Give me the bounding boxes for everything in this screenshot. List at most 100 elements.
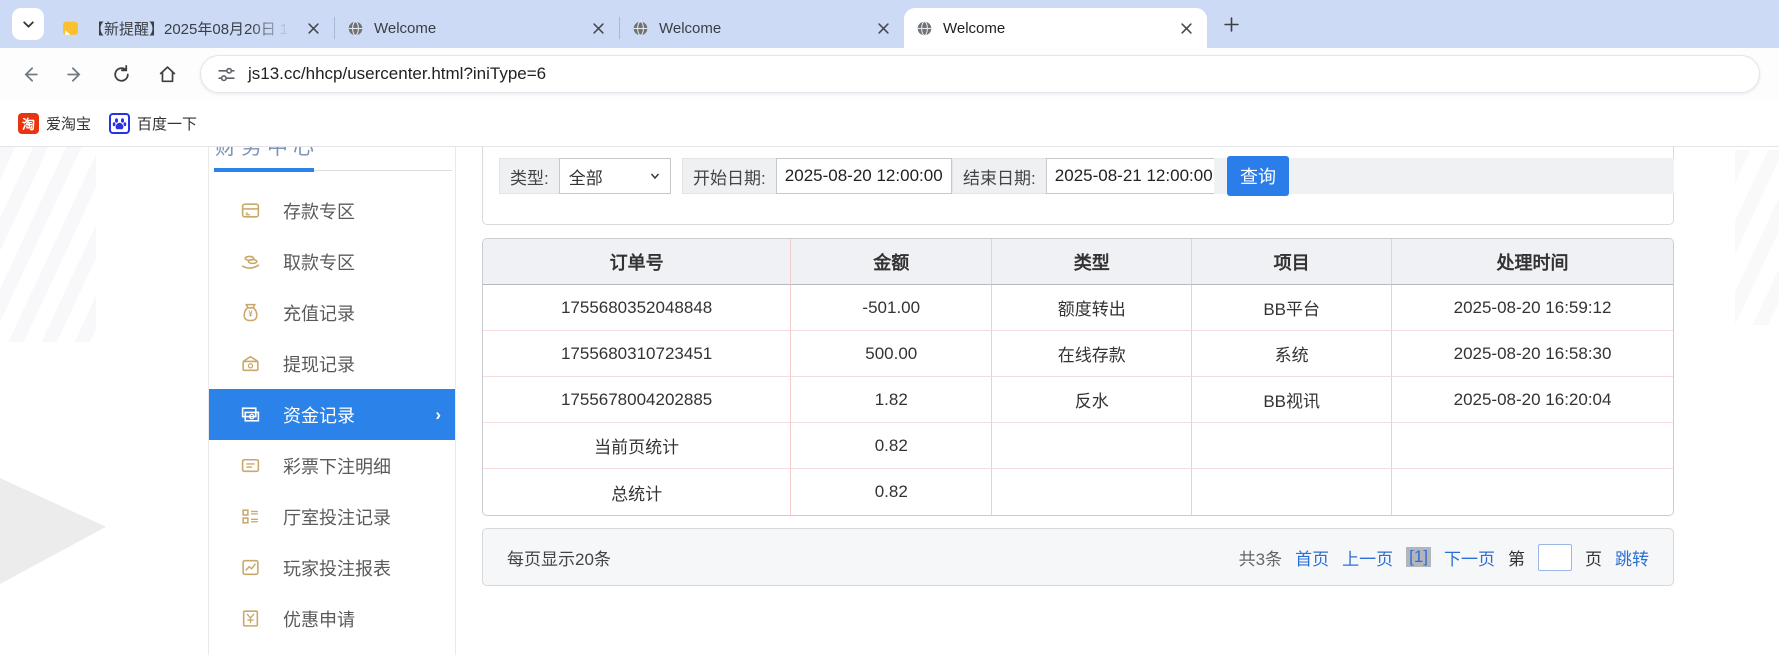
filter-panel: 类型: 全部 开始日期: 结束日期: 查询 — [482, 147, 1674, 225]
next-page-link[interactable]: 下一页 — [1444, 545, 1495, 570]
hand-coins-icon — [240, 251, 261, 272]
wallet-icon — [240, 200, 261, 221]
address-bar[interactable]: js13.cc/hhcp/usercenter.html?iniType=6 — [200, 55, 1760, 93]
cell-page-total-label: 当前页统计 — [483, 423, 791, 469]
tab-new-reminder[interactable]: 【新提醒】2025年08月20日 18 — [50, 8, 334, 48]
sidebar-item-recharge-records[interactable]: ¥ 充值记录 — [209, 287, 455, 338]
browser-toolbar: js13.cc/hhcp/usercenter.html?iniType=6 — [0, 48, 1779, 100]
jump-button[interactable]: 跳转 — [1615, 545, 1649, 570]
cell-amount: -501.00 — [791, 285, 992, 331]
tab-search-button[interactable] — [12, 8, 44, 40]
tab-close-icon[interactable] — [302, 17, 324, 39]
chevron-right-icon: › — [435, 405, 441, 425]
cell-time: 2025-08-20 16:58:30 — [1392, 331, 1673, 377]
site-settings-icon — [217, 65, 236, 84]
background-texture-left — [0, 147, 96, 342]
home-button[interactable] — [150, 57, 184, 91]
cell-grand-total-label: 总统计 — [483, 469, 791, 515]
column-header: 订单号 — [483, 239, 791, 285]
cell-project: BB平台 — [1192, 285, 1392, 331]
cell-amount: 1.82 — [791, 377, 992, 423]
tab-close-icon[interactable] — [587, 17, 609, 39]
globe-favicon-icon — [916, 20, 933, 37]
page-size-text: 每页显示20条 — [507, 545, 611, 570]
tab-title: 【新提醒】2025年08月20日 18 — [89, 18, 296, 39]
back-button[interactable] — [12, 57, 46, 91]
cell-empty — [1192, 469, 1392, 515]
list-squares-icon — [240, 506, 261, 527]
sidebar-item-label: 玩家投注报表 — [283, 555, 391, 581]
cell-amount: 500.00 — [791, 331, 992, 377]
bookmark-baidu[interactable]: 百度一下 — [109, 113, 197, 134]
reload-button[interactable] — [104, 57, 138, 91]
money-bag-icon: ¥ — [240, 302, 261, 323]
tab-close-icon[interactable] — [872, 17, 894, 39]
fund-records-table: 订单号 金额 类型 项目 处理时间 1755680352048848 -501.… — [482, 238, 1674, 516]
bookmark-label: 百度一下 — [137, 113, 197, 134]
globe-favicon-icon — [632, 20, 649, 37]
cell-empty — [1392, 469, 1673, 515]
cell-order-no: 1755680310723451 — [483, 331, 791, 377]
start-date-input[interactable] — [776, 158, 952, 194]
jump-prefix-text: 第 — [1508, 545, 1525, 570]
sidebar-item-promo-application[interactable]: 优惠申请 — [209, 593, 455, 644]
prev-page-link[interactable]: 上一页 — [1342, 545, 1393, 570]
sidebar-item-fund-records[interactable]: 资金记录 › — [209, 389, 455, 440]
total-count-text: 共3条 — [1239, 545, 1282, 570]
type-filter-group: 类型: 全部 — [499, 158, 671, 194]
sidebar-item-label: 取款专区 — [283, 249, 355, 275]
sidebar-item-label: 彩票下注明细 — [283, 453, 391, 479]
column-header: 金额 — [791, 239, 992, 285]
pagination-bar: 每页显示20条 共3条 首页 上一页 [1] 下一页 第 页 跳转 — [482, 528, 1674, 586]
sidebar-item-label: 提现记录 — [283, 351, 355, 377]
first-page-link[interactable]: 首页 — [1295, 545, 1329, 570]
cash-envelope-icon — [240, 353, 261, 374]
jump-page-input[interactable] — [1538, 544, 1572, 571]
chevron-down-icon — [649, 170, 661, 182]
bookmark-aitaobao[interactable]: 淘 爱淘宝 — [18, 113, 91, 134]
sidebar-item-label: 资金记录 — [283, 402, 355, 428]
end-date-input[interactable] — [1046, 158, 1222, 194]
forward-button[interactable] — [58, 57, 92, 91]
sidebar-divider-accent — [214, 168, 314, 172]
background-triangle-watermark — [0, 478, 106, 584]
chart-report-icon — [240, 557, 261, 578]
promo-yuan-icon — [240, 608, 261, 629]
tab-close-icon[interactable] — [1175, 17, 1197, 39]
tab-title: Welcome — [943, 20, 1169, 37]
column-header: 类型 — [992, 239, 1192, 285]
search-button[interactable]: 查询 — [1227, 156, 1289, 196]
pagination-controls: 共3条 首页 上一页 [1] 下一页 第 页 跳转 — [1239, 544, 1649, 571]
tab-welcome-1[interactable]: Welcome — [335, 8, 619, 48]
new-tab-button[interactable] — [1216, 9, 1246, 39]
sidebar-item-label: 充值记录 — [283, 300, 355, 326]
bookmark-label: 爱淘宝 — [46, 113, 91, 134]
type-select[interactable]: 全部 — [559, 158, 671, 194]
cell-project: 系统 — [1192, 331, 1392, 377]
tab-welcome-2[interactable]: Welcome — [620, 8, 904, 48]
cell-page-total-amount: 0.82 — [791, 423, 992, 469]
type-select-value: 全部 — [569, 164, 603, 189]
end-date-group: 结束日期: — [952, 158, 1222, 194]
tab-welcome-active[interactable]: Welcome — [904, 8, 1207, 48]
banknotes-icon — [240, 404, 261, 425]
sidebar-item-hall-bet-records[interactable]: 厅室投注记录 — [209, 491, 455, 542]
background-texture-right — [1735, 150, 1779, 325]
cell-type: 反水 — [992, 377, 1192, 423]
sidebar-item-deposit-zone[interactable]: 存款专区 — [209, 185, 455, 236]
cell-order-no: 1755680352048848 — [483, 285, 791, 331]
cell-empty — [992, 423, 1192, 469]
sidebar-item-label: 存款专区 — [283, 198, 355, 224]
forward-arrow-icon — [65, 64, 86, 85]
sidebar-item-player-bet-report[interactable]: 玩家投注报表 — [209, 542, 455, 593]
sidebar-item-withdraw-zone[interactable]: 取款专区 — [209, 236, 455, 287]
column-header: 项目 — [1192, 239, 1392, 285]
sidebar-item-lottery-bet-details[interactable]: 彩票下注明细 — [209, 440, 455, 491]
note-favicon-icon — [62, 20, 79, 37]
cell-type: 在线存款 — [992, 331, 1192, 377]
current-page-indicator: [1] — [1406, 547, 1431, 567]
cell-time: 2025-08-20 16:20:04 — [1392, 377, 1673, 423]
cell-empty — [1392, 423, 1673, 469]
end-date-label: 结束日期: — [952, 158, 1046, 194]
sidebar-item-withdrawal-records[interactable]: 提现记录 — [209, 338, 455, 389]
